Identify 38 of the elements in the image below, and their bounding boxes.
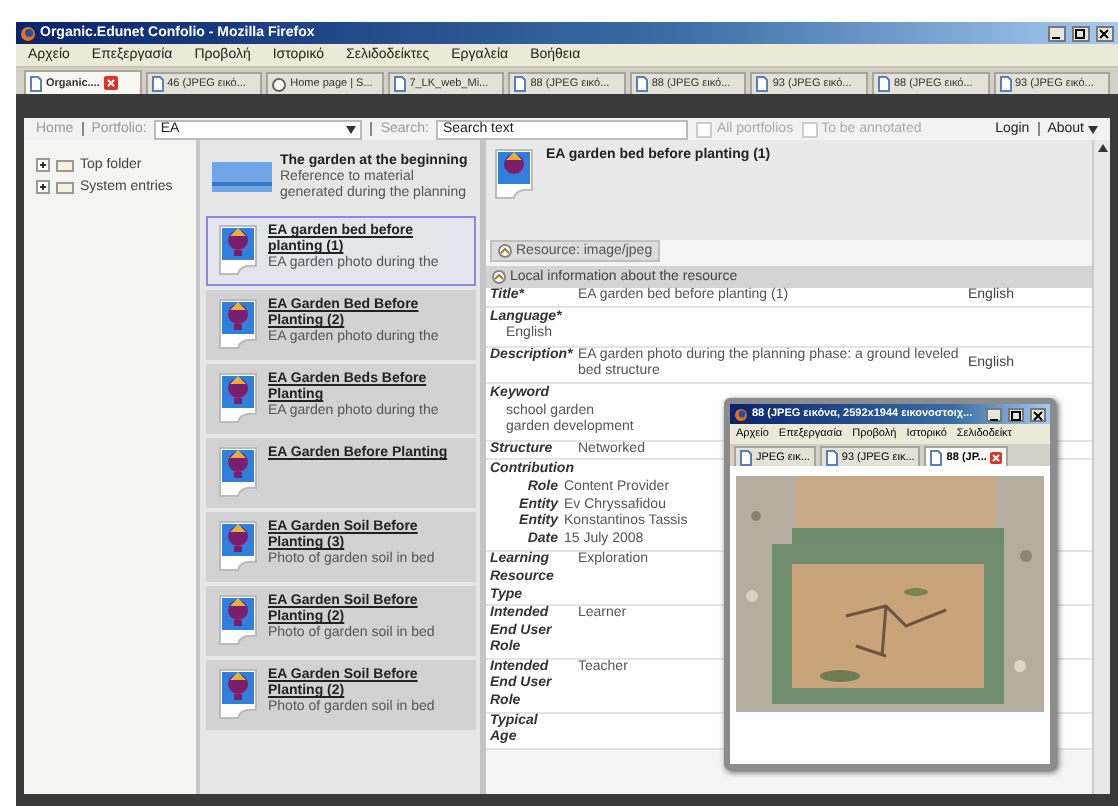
scrollbar[interactable] — [1092, 140, 1110, 794]
browser-logo-icon — [20, 25, 36, 41]
browser-logo-icon — [734, 407, 748, 421]
page-icon — [756, 76, 769, 92]
page-icon — [930, 449, 943, 465]
page-icon — [999, 76, 1011, 92]
close-tab-button[interactable] — [103, 76, 118, 90]
collapse-icon[interactable] — [498, 244, 512, 258]
image-file-icon — [494, 148, 534, 200]
globe-icon — [272, 77, 287, 91]
caret-icon — [346, 125, 357, 133]
minimize-button[interactable] — [986, 407, 1002, 421]
page-icon — [393, 76, 406, 92]
maximize-button[interactable] — [1008, 407, 1024, 421]
up-arrow-icon[interactable] — [1097, 144, 1107, 152]
page-icon — [514, 76, 527, 92]
image-file-icon — [218, 520, 258, 572]
maximize-button[interactable] — [1072, 25, 1090, 41]
collapse-icon[interactable] — [492, 270, 506, 284]
page-icon — [635, 76, 648, 92]
caret-icon — [1088, 125, 1098, 133]
image-file-icon — [218, 668, 258, 720]
page-icon — [825, 449, 838, 465]
image-file-icon — [218, 446, 258, 498]
expander-icon[interactable] — [36, 158, 50, 172]
close-tab-button[interactable] — [990, 451, 1003, 463]
image-file-icon — [218, 224, 258, 276]
page-icon — [30, 75, 42, 91]
page-icon — [740, 449, 752, 465]
image-file-icon — [218, 594, 258, 646]
page-icon — [151, 76, 164, 92]
image-file-icon — [218, 298, 258, 350]
close-button[interactable] — [1096, 25, 1114, 41]
image-file-icon — [218, 372, 258, 424]
close-button[interactable] — [1030, 407, 1046, 421]
minimize-button[interactable] — [1048, 25, 1066, 41]
expander-icon[interactable] — [36, 180, 50, 194]
page-icon — [877, 76, 890, 92]
